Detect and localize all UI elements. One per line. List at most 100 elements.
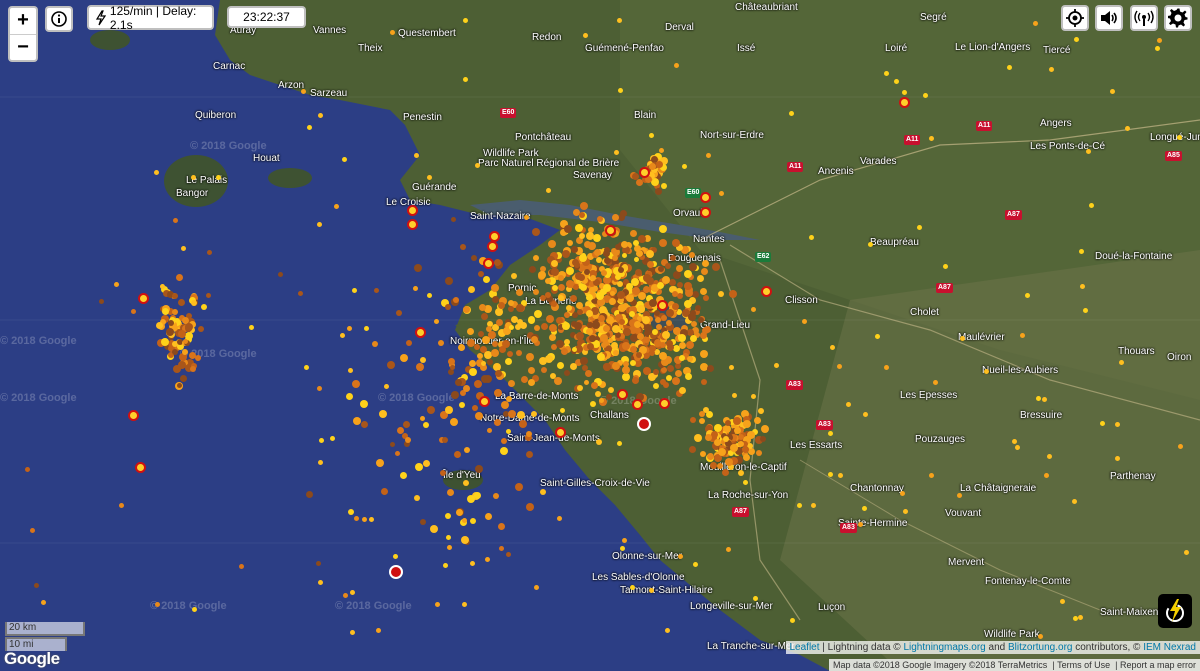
lightning-strike bbox=[395, 310, 402, 316]
lightning-strike bbox=[579, 202, 588, 211]
place-label: Tiercé bbox=[1043, 45, 1071, 56]
report-link[interactable]: Report a map error bbox=[1120, 660, 1196, 670]
lightning-strike bbox=[129, 411, 137, 419]
lightning-strike bbox=[462, 601, 468, 607]
lightning-strike bbox=[725, 546, 731, 552]
lightning-strike bbox=[697, 274, 705, 282]
lightning-strike bbox=[612, 324, 620, 333]
lightning-strike bbox=[467, 285, 475, 293]
recent-strike-marker bbox=[637, 417, 651, 431]
lightning-strike bbox=[445, 276, 454, 285]
lightning-strike bbox=[655, 160, 663, 168]
lightning-strike bbox=[607, 386, 614, 393]
lightning-strike bbox=[426, 293, 432, 299]
lightning-strike bbox=[528, 266, 536, 274]
google-watermark: © 2018 Google bbox=[335, 600, 412, 612]
lightning-strike bbox=[1011, 438, 1017, 444]
lightning-strike bbox=[557, 295, 564, 302]
lightning-strike bbox=[1110, 88, 1116, 94]
place-label: Parthenay bbox=[1110, 471, 1156, 482]
lightning-strike bbox=[507, 350, 513, 357]
lightning-strike bbox=[178, 298, 186, 306]
zoom-in-button[interactable]: + bbox=[10, 8, 36, 35]
lightning-strike bbox=[622, 365, 631, 374]
lightning-strike bbox=[636, 249, 644, 257]
lightning-strike bbox=[301, 88, 307, 94]
lightning-strike bbox=[577, 384, 584, 391]
place-label: Clisson bbox=[785, 295, 818, 306]
settings-button[interactable] bbox=[1164, 5, 1192, 31]
lightning-strike bbox=[490, 349, 499, 357]
place-label: Sarzeau bbox=[310, 88, 348, 99]
lightning-strike bbox=[609, 297, 617, 305]
locate-icon bbox=[1066, 9, 1084, 27]
google-watermark: © 2018 Google bbox=[378, 392, 455, 404]
place-label: Cholet bbox=[910, 307, 939, 318]
blitzortung-link[interactable]: Blitzortung.org bbox=[1008, 642, 1072, 653]
lightning-strike bbox=[556, 428, 564, 436]
lightning-strike bbox=[625, 293, 634, 302]
lightning-strike bbox=[585, 293, 593, 301]
lightning-strike bbox=[648, 587, 654, 593]
lightning-strike bbox=[593, 248, 601, 256]
iem-link[interactable]: IEM Nexrad bbox=[1143, 642, 1196, 653]
lightning-strike bbox=[1184, 549, 1190, 555]
lightning-strike bbox=[445, 534, 451, 540]
lightning-strike bbox=[490, 232, 498, 240]
zoom-control: + − bbox=[8, 6, 38, 62]
signal-button[interactable] bbox=[1130, 5, 1158, 31]
lightning-strike bbox=[316, 222, 322, 228]
lightning-strike bbox=[1014, 445, 1020, 451]
lightning-strike bbox=[507, 305, 514, 312]
map-canvas[interactable]: © 2018 Google © 2018 Google © 2018 Google ©… bbox=[0, 0, 1200, 671]
place-label: Questembert bbox=[398, 28, 456, 39]
lightning-strike bbox=[658, 301, 666, 309]
lightning-strike bbox=[408, 220, 416, 228]
lightning-strike bbox=[493, 418, 501, 426]
lightning-strike bbox=[29, 527, 35, 533]
loading-indicator[interactable] bbox=[1158, 594, 1192, 628]
info-button[interactable] bbox=[45, 6, 73, 32]
place-label: Guérande bbox=[412, 182, 457, 193]
lightning-strike bbox=[456, 508, 464, 516]
lightning-strike bbox=[341, 157, 347, 163]
lightning-strike bbox=[801, 318, 807, 324]
lightning-strike bbox=[659, 351, 668, 360]
lightning-strike bbox=[305, 491, 313, 498]
lightning-strike bbox=[700, 267, 708, 275]
lightning-strike bbox=[645, 249, 654, 258]
lightning-strike bbox=[1035, 396, 1041, 402]
leaflet-link[interactable]: Leaflet bbox=[790, 642, 820, 653]
lightning-strike bbox=[566, 240, 573, 247]
lightning-strike bbox=[612, 349, 619, 356]
lightning-strike bbox=[306, 124, 312, 130]
lightning-strike bbox=[439, 469, 446, 476]
lightning-strike bbox=[349, 629, 355, 635]
lightning-strike bbox=[928, 135, 934, 141]
lightning-strike bbox=[565, 305, 572, 311]
zoom-out-button[interactable]: − bbox=[10, 35, 36, 61]
lightning-strike bbox=[446, 489, 454, 497]
locate-button[interactable] bbox=[1061, 5, 1089, 31]
lightning-strike bbox=[687, 355, 694, 362]
lightning-strike bbox=[165, 327, 174, 336]
lightning-strike bbox=[659, 378, 666, 385]
lightning-strike bbox=[550, 260, 558, 267]
place-label: Houat bbox=[253, 153, 280, 164]
lightning-strike bbox=[636, 332, 644, 340]
lightning-strike bbox=[827, 472, 833, 478]
lightning-strike bbox=[297, 290, 303, 296]
lightning-strike bbox=[441, 436, 448, 443]
strike-rate-box[interactable]: 125/min | Delay: 2.1s bbox=[87, 4, 214, 32]
lightningmaps-link[interactable]: Lightningmaps.org bbox=[903, 642, 985, 653]
terms-link[interactable]: Terms of Use bbox=[1057, 660, 1110, 670]
road-shield: A11 bbox=[904, 135, 921, 145]
place-label: Le Lion-d'Angers bbox=[955, 42, 1031, 53]
lightning-strike bbox=[700, 378, 707, 385]
lightning-strike bbox=[633, 400, 641, 408]
lightning-strike bbox=[607, 337, 613, 343]
lightning-strike bbox=[558, 274, 565, 281]
place-label: La Roche-sur-Yon bbox=[708, 490, 789, 501]
lightning-strike bbox=[348, 367, 354, 373]
sound-button[interactable] bbox=[1095, 5, 1123, 31]
